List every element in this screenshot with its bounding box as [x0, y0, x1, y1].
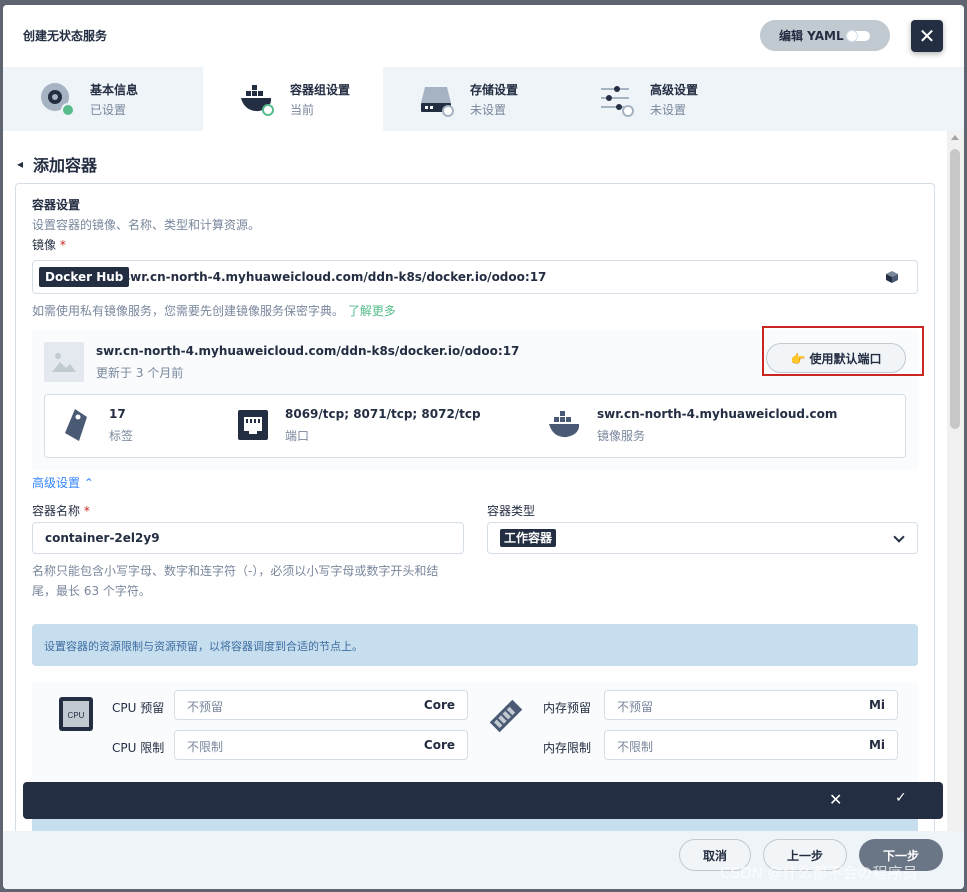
create-service-dialog: 创建无状态服务 编辑 YAML ✕ 基本信息 已设置 容器组设置 当前 存储设置…: [3, 5, 964, 889]
tab-advanced[interactable]: 高级设置 未设置: [563, 67, 743, 131]
scroll-up-arrow[interactable]: [951, 135, 959, 140]
step-name: 高级设置: [650, 83, 699, 97]
container-settings-panel: 容器设置 设置容器的镜像、名称、类型和计算资源。 镜像 * Docker Hub…: [15, 183, 935, 831]
container-type-select[interactable]: 工作容器: [487, 522, 918, 554]
advanced-settings-toggle[interactable]: 高级设置 ⌃: [32, 474, 94, 491]
cpu-reserve-input[interactable]: 不预留 Core: [174, 690, 468, 720]
cpu-unit: Core: [423, 738, 455, 752]
cpu-icon-text: CPU: [68, 711, 85, 720]
basic-info-icon: [41, 83, 75, 117]
toggle-knob: [846, 30, 858, 42]
watermark: CSDN @什么都不会の程序员: [720, 864, 918, 882]
use-default-ports-button[interactable]: 👉 使用默认端口: [766, 343, 906, 373]
sliders-icon: [601, 86, 634, 117]
cancel-icon[interactable]: ✕: [829, 790, 842, 809]
image-value: swr.cn-north-4.myhuaweicloud.com/ddn-k8s…: [123, 270, 547, 284]
cpu-unit: Core: [423, 698, 455, 712]
hint-text: 如需使用私有镜像服务，您需要先创建镜像服务保密字典。: [32, 304, 345, 318]
cpu-limit-label: CPU 限制: [112, 741, 165, 755]
container-type-label: 容器类型: [487, 504, 536, 518]
learn-more-link[interactable]: 了解更多: [348, 304, 396, 318]
close-icon: ✕: [918, 24, 936, 48]
memory-limit-placeholder: 不限制: [617, 740, 654, 754]
storage-icon: [421, 87, 454, 117]
memory-reserve-placeholder: 不预留: [617, 700, 654, 714]
image-label-text: 镜像: [32, 238, 57, 252]
memory-unit: Mi: [868, 698, 885, 712]
cpu-limit-input[interactable]: 不限制 Core: [174, 730, 468, 760]
image-input[interactable]: Docker Hub swr.cn-north-4.myhuaweicloud.…: [32, 260, 918, 294]
step-status: 当前: [290, 103, 315, 117]
confirm-bar: ✕ ✓: [23, 782, 943, 819]
cube-icon[interactable]: [885, 270, 899, 284]
required-mark: *: [59, 238, 66, 252]
confirm-icon[interactable]: ✓: [895, 790, 907, 806]
step-tabs: 基本信息 已设置 容器组设置 当前 存储设置 未设置 高级设置 未设置: [3, 67, 964, 131]
tag-value: 17: [109, 407, 126, 421]
image-placeholder-icon: [44, 342, 84, 382]
cpu-limit-placeholder: 不限制: [187, 740, 224, 754]
name-hint-line2: 尾，最长 63 个字符。: [32, 584, 151, 598]
registry-tag[interactable]: Docker Hub: [39, 267, 130, 287]
container-name-label-text: 容器名称: [32, 504, 81, 518]
image-name: swr.cn-north-4.myhuaweicloud.com/ddn-k8s…: [96, 344, 520, 358]
port-value: 8069/tcp; 8071/tcp; 8072/tcp: [285, 407, 481, 421]
scrollbar-thumb[interactable]: [950, 149, 960, 429]
tab-storage[interactable]: 存储设置 未设置: [383, 67, 563, 131]
container-name-label: 容器名称 *: [32, 502, 90, 519]
image-updated: 更新于 3 个月前: [96, 366, 184, 380]
back-arrow-icon: ◂: [17, 157, 24, 171]
docker-whale-icon: [549, 411, 580, 438]
section-description: 设置容器的镜像、名称、类型和计算资源。: [32, 218, 261, 232]
resource-notice: 设置容器的资源限制与资源预留，以将容器调度到合适的节点上。: [32, 624, 918, 666]
resource-settings: CPU CPU 预留 不预留 Core CPU 限制 不限制 Core 内存预留: [32, 682, 918, 792]
image-label: 镜像 *: [32, 236, 66, 253]
scrollbar[interactable]: [947, 131, 964, 831]
step-status: 未设置: [470, 103, 507, 117]
memory-reserve-label: 内存预留: [543, 701, 592, 715]
step-status: 未设置: [650, 103, 687, 117]
memory-unit: Mi: [868, 738, 885, 752]
chevron-down-icon: [893, 531, 905, 543]
container-type-value: 工作容器: [500, 529, 557, 547]
cpu-reserve-placeholder: 不预留: [187, 700, 224, 714]
back-link[interactable]: ◂ 添加容器: [17, 152, 97, 176]
memory-limit-label: 内存限制: [543, 741, 592, 755]
page-title: 添加容器: [33, 156, 98, 175]
close-button[interactable]: ✕: [911, 20, 943, 52]
registry-value: swr.cn-north-4.myhuaweicloud.com: [597, 407, 838, 421]
edit-yaml-toggle[interactable]: 编辑 YAML: [760, 20, 890, 51]
section-title: 容器设置: [32, 198, 81, 212]
name-hint-line1: 名称只能包含小写字母、数字和连字符（-），必须以小写字母或数字开头和结: [32, 564, 439, 578]
toggle-switch[interactable]: [846, 30, 870, 42]
memory-icon: [489, 699, 523, 733]
tag-icon: [65, 409, 87, 441]
ethernet-port-icon: [238, 410, 268, 440]
container-name-input[interactable]: container-2el2y9: [32, 522, 464, 554]
registry-label: 镜像服务: [597, 429, 646, 443]
port-label: 端口: [285, 429, 310, 443]
memory-reserve-input[interactable]: 不预留 Mi: [604, 690, 898, 720]
tab-container-group[interactable]: 容器组设置 当前: [203, 67, 383, 131]
tab-basic-info[interactable]: 基本信息 已设置: [3, 67, 183, 131]
dialog-title: 创建无状态服务: [23, 29, 108, 43]
memory-limit-input[interactable]: 不限制 Mi: [604, 730, 898, 760]
step-name: 存储设置: [470, 83, 519, 97]
docker-whale-icon: [241, 85, 274, 116]
cpu-reserve-label: CPU 预留: [112, 701, 165, 715]
required-mark: *: [83, 504, 90, 518]
form-content: ◂ 添加容器 容器设置 设置容器的镜像、名称、类型和计算资源。 镜像 * Doc…: [3, 131, 947, 831]
step-status: 已设置: [90, 103, 127, 117]
image-details: 17 标签 8069/tcp; 8071/tcp; 8072/tcp 端口 sw…: [44, 394, 906, 458]
tag-label: 标签: [109, 429, 134, 443]
edit-yaml-label: 编辑 YAML: [779, 29, 844, 43]
private-registry-hint: 如需使用私有镜像服务，您需要先创建镜像服务保密字典。 了解更多: [32, 302, 396, 319]
step-name: 基本信息: [90, 83, 139, 97]
image-info-card: swr.cn-north-4.myhuaweicloud.com/ddn-k8s…: [32, 326, 924, 470]
dialog-header: 创建无状态服务 编辑 YAML ✕: [3, 5, 964, 67]
cpu-icon: CPU: [59, 697, 93, 731]
step-name: 容器组设置: [290, 83, 351, 97]
